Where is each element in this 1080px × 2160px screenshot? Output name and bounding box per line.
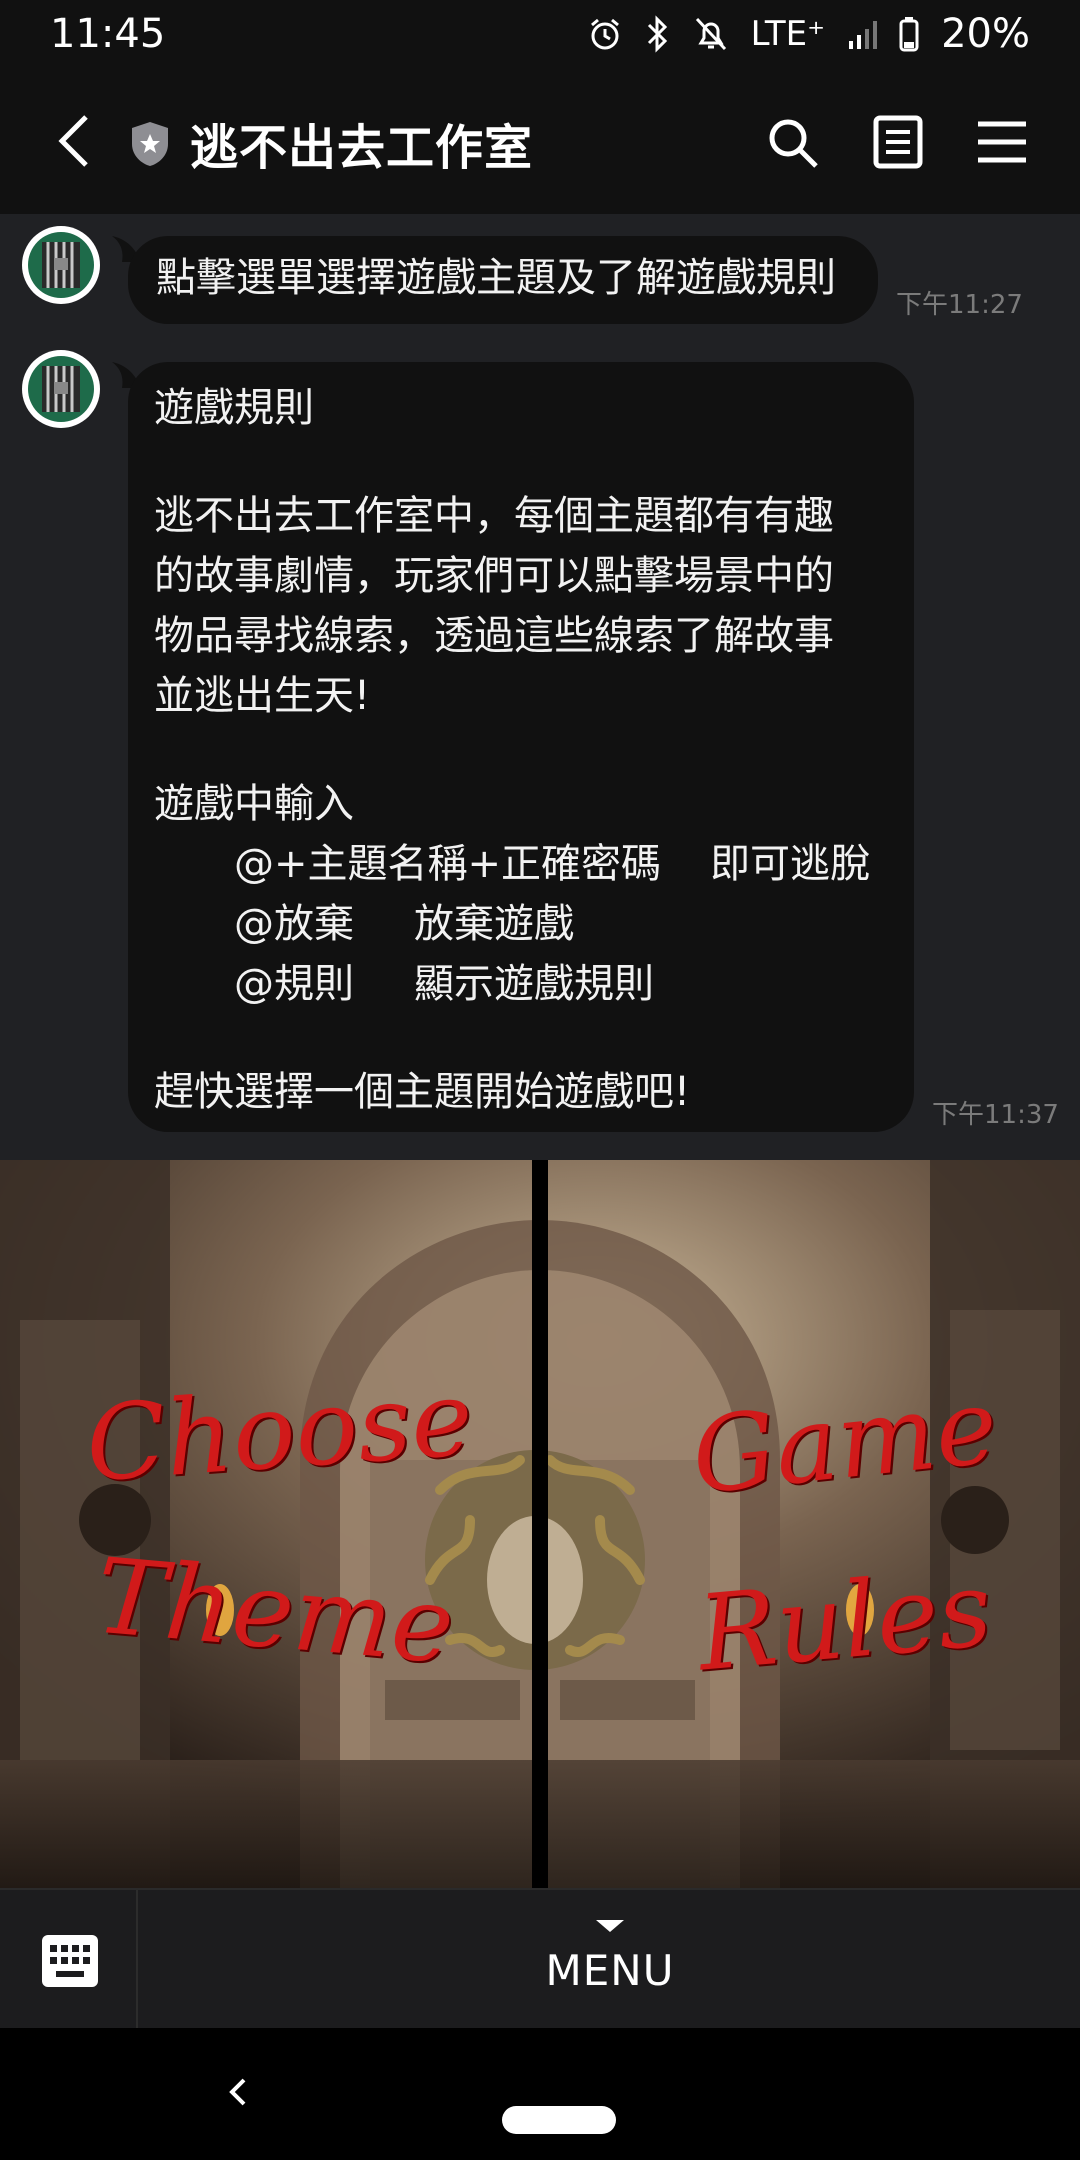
message-bubble[interactable]: 點擊選單選擇遊戲主題及了解遊戲規則 <box>128 236 878 324</box>
avatar-image <box>28 356 94 422</box>
choose-theme-line1: Choose <box>82 1356 477 1506</box>
command-description: 顯示遊戲規則 <box>414 961 654 1007</box>
command-row: @規則 顯示遊戲規則 <box>154 954 888 1014</box>
rules-paragraph-line: 逃不出去工作室中，每個主題都有有趣 <box>154 493 834 539</box>
chat-header: 逃不出去工作室 <box>0 68 1080 214</box>
nav-home-pill[interactable] <box>502 2106 616 2134</box>
back-arrow-icon[interactable] <box>50 113 100 169</box>
chat-title: 逃不出去工作室 <box>190 120 534 176</box>
message-time: 下午11:27 <box>896 290 1023 320</box>
mute-icon <box>695 17 726 51</box>
command-keyword: @規則 <box>234 961 354 1007</box>
search-icon[interactable] <box>764 114 820 170</box>
menu-label: MENU <box>545 1945 675 1995</box>
status-icons: LTE⁺ 20% <box>587 11 1030 57</box>
command-row: @+主題名稱+正確密碼 即可逃脫 <box>154 834 888 894</box>
command-description: 放棄遊戲 <box>414 901 574 947</box>
status-time: 11:45 <box>50 11 166 57</box>
status-bar: 11:45 LTE⁺ 20% <box>0 0 1080 68</box>
rules-paragraph-line: 並逃出生天! <box>154 673 371 719</box>
notes-icon[interactable] <box>870 114 926 170</box>
nav-back-icon[interactable] <box>226 2072 250 2112</box>
choose-theme-line2: Theme <box>91 1534 459 1688</box>
message-time: 下午11:37 <box>932 1100 1059 1130</box>
bluetooth-icon <box>647 15 667 53</box>
commands-title: 遊戲中輸入 <box>154 781 354 827</box>
keyboard-icon <box>42 1935 98 1987</box>
game-rules-line2: Rules <box>693 1547 997 1695</box>
battery-icon <box>899 17 919 52</box>
menu-icon[interactable] <box>974 114 1030 170</box>
shield-icon <box>132 122 168 166</box>
bot-avatar[interactable] <box>22 226 100 304</box>
rules-paragraph-line: 的故事劇情，玩家們可以點擊場景中的 <box>154 553 834 599</box>
command-row: @放棄 放棄遊戲 <box>154 894 888 954</box>
battery-percent: 20% <box>941 11 1030 57</box>
message-text: 點擊選單選擇遊戲主題及了解遊戲規則 <box>156 255 836 301</box>
menu-toggle-button[interactable]: MENU <box>140 1890 1080 2030</box>
signal-icon <box>849 21 878 49</box>
command-description: 即可逃脫 <box>710 841 870 887</box>
keyboard-button[interactable] <box>0 1890 138 2030</box>
game-rules-button[interactable]: Game Rules <box>540 1160 1080 1888</box>
bottom-bar: MENU <box>0 1888 1080 2030</box>
avatar-image <box>28 232 94 298</box>
network-type: LTE⁺ <box>750 14 826 54</box>
rich-menu: Choose Theme Game Rules <box>0 1160 1080 1888</box>
choose-theme-button[interactable]: Choose Theme <box>0 1160 540 1888</box>
system-nav-bar <box>0 2028 1080 2160</box>
bot-avatar[interactable] <box>22 350 100 428</box>
command-keyword: @+主題名稱+正確密碼 <box>234 841 662 887</box>
alarm-icon <box>590 18 619 50</box>
command-keyword: @放棄 <box>234 901 354 947</box>
rules-heading: 遊戲規則 <box>154 385 314 431</box>
rules-bubble[interactable]: 遊戲規則 逃不出去工作室中，每個主題都有有趣 的故事劇情，玩家們可以點擊場景中的… <box>128 362 914 1132</box>
rules-closing: 趕快選擇一個主題開始遊戲吧! <box>154 1069 691 1115</box>
game-rules-line1: Game <box>686 1364 1003 1518</box>
triangle-down-icon <box>596 1919 624 1932</box>
rules-paragraph-line: 物品尋找線索，透過這些線索了解故事 <box>154 613 834 659</box>
